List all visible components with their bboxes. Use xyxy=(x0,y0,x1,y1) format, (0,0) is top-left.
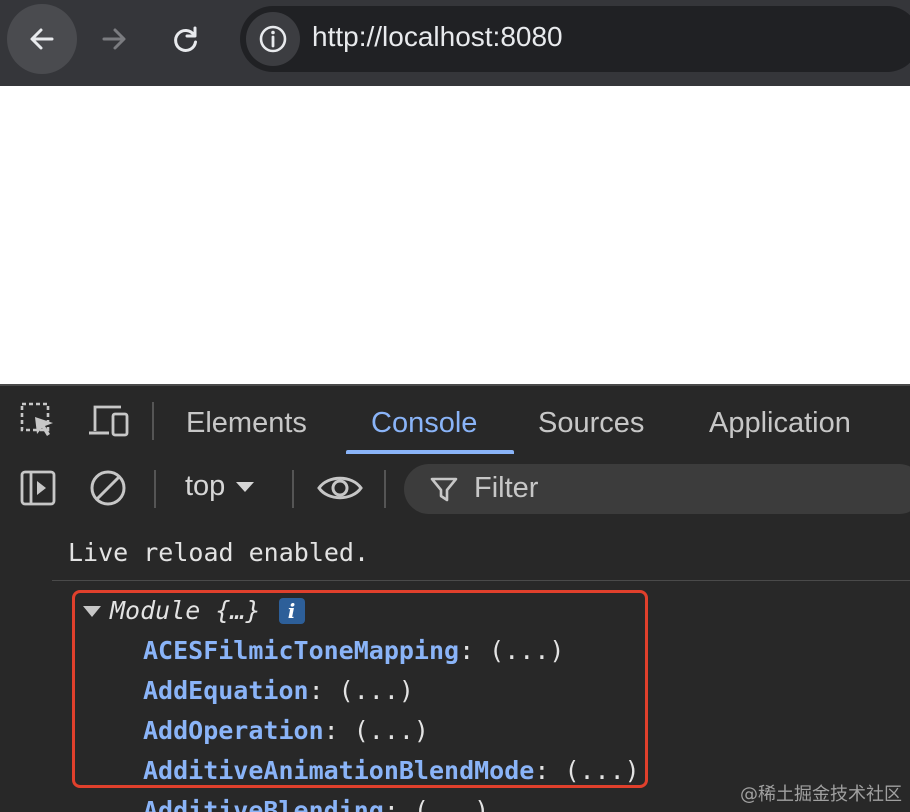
context-selector[interactable]: top xyxy=(185,470,255,503)
message-divider xyxy=(52,580,910,581)
chevron-down-icon xyxy=(236,481,255,492)
device-toolbar-button[interactable] xyxy=(86,400,132,440)
reload-button[interactable] xyxy=(151,4,221,74)
inspect-element-button[interactable] xyxy=(18,400,58,440)
reload-icon xyxy=(174,26,197,52)
address-bar[interactable]: http://localhost:8080 xyxy=(240,6,910,72)
tab-console[interactable]: Console xyxy=(371,386,477,454)
tab-sources[interactable]: Sources xyxy=(538,386,644,454)
inspect-cursor-icon xyxy=(20,402,53,436)
console-toolbar: top Filter xyxy=(0,454,910,523)
toolbar-divider xyxy=(292,470,294,508)
filter-placeholder: Filter xyxy=(474,472,539,504)
filter-input[interactable]: Filter xyxy=(404,464,910,514)
sidebar-toggle-button[interactable] xyxy=(18,468,58,508)
page-viewport xyxy=(0,86,910,384)
device-toggle-icon xyxy=(89,405,129,437)
sidebar-toggle-icon xyxy=(20,470,56,506)
back-button[interactable] xyxy=(7,4,77,74)
eye-icon xyxy=(317,476,363,500)
clear-console-icon xyxy=(90,470,126,506)
live-expression-button[interactable] xyxy=(314,466,366,510)
arrow-left-icon xyxy=(30,28,54,50)
url-text[interactable]: http://localhost:8080 xyxy=(312,21,563,53)
forward-button[interactable] xyxy=(79,4,149,74)
context-label: top xyxy=(185,470,226,502)
browser-toolbar: http://localhost:8080 xyxy=(0,0,910,86)
devtools-tabbar: Elements Console Sources Application xyxy=(0,386,910,455)
watermark: @稀土掘金技术社区 xyxy=(740,784,902,805)
tab-application[interactable]: Application xyxy=(709,386,851,454)
console-message: Live reload enabled. xyxy=(68,538,370,567)
toolbar-divider xyxy=(154,470,156,508)
info-circle-icon xyxy=(259,25,287,53)
site-info-button[interactable] xyxy=(246,12,300,66)
arrow-right-icon xyxy=(102,28,126,50)
annotation-highlight-box xyxy=(72,590,648,788)
tab-elements[interactable]: Elements xyxy=(186,386,307,454)
filter-icon xyxy=(430,477,458,502)
clear-console-button[interactable] xyxy=(86,466,130,510)
toolbar-divider xyxy=(384,470,386,508)
toolbar-divider xyxy=(152,402,154,440)
